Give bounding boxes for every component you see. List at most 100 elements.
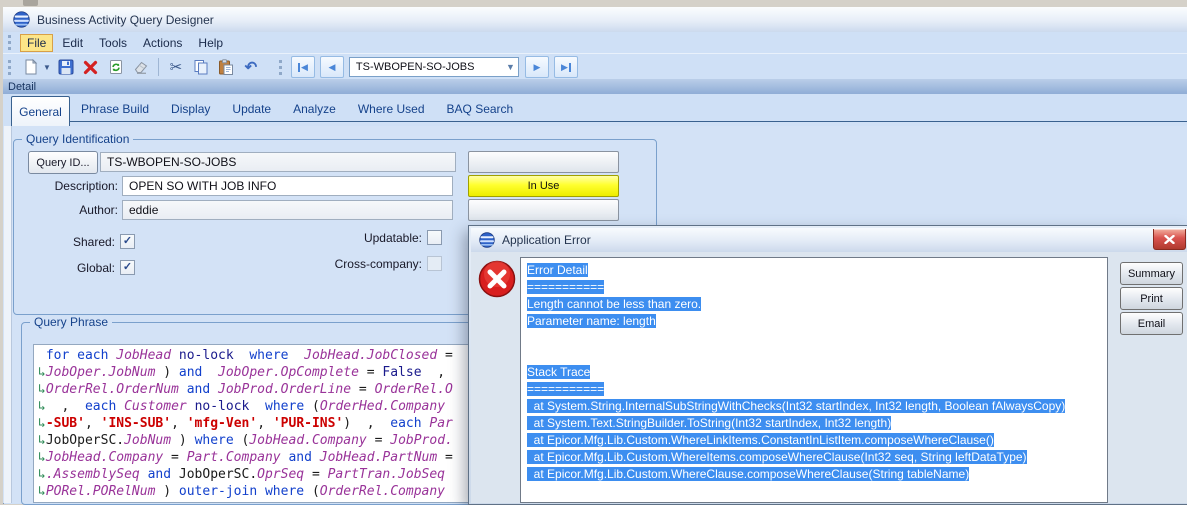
- tab-general[interactable]: General: [11, 96, 70, 126]
- menu-item-tools[interactable]: Tools: [92, 34, 134, 52]
- error-text-line: at System.String.InternalSubStringWithCh…: [527, 399, 1066, 413]
- background-window-fragment: [23, 0, 38, 6]
- paste-icon: [218, 59, 233, 75]
- print-button[interactable]: Print: [1120, 287, 1183, 310]
- menu-item-actions[interactable]: Actions: [136, 34, 189, 52]
- error-dialog-app-icon: [479, 232, 495, 248]
- delete-button[interactable]: [80, 56, 102, 78]
- updatable-checkbox[interactable]: [427, 230, 442, 245]
- query-id-field[interactable]: TS-WBOPEN-SO-JOBS: [100, 152, 456, 172]
- clear-icon: [134, 61, 148, 74]
- global-checkbox-group: Global: ✓: [20, 260, 135, 275]
- author-label: Author:: [79, 203, 118, 217]
- tab-baq-search[interactable]: BAQ Search: [436, 96, 525, 122]
- tab-display[interactable]: Display: [160, 96, 221, 122]
- error-text-line: at Epicor.Mfg.Lib.Custom.WhereLinkItems.…: [527, 433, 994, 447]
- error-dialog-close-button[interactable]: [1153, 229, 1186, 250]
- app-icon: [13, 11, 30, 28]
- record-combo-value: TS-WBOPEN-SO-JOBS: [355, 61, 475, 73]
- panel-left-groove: [4, 126, 12, 503]
- menu-drag-grip[interactable]: [8, 35, 14, 50]
- detail-panel-header: Detail: [3, 79, 1187, 94]
- author-field[interactable]: eddie: [122, 200, 453, 220]
- next-record-icon: ▶: [533, 61, 541, 72]
- combo-dropdown-icon[interactable]: ▼: [503, 62, 518, 72]
- query-identification-label: Query Identification: [22, 132, 134, 146]
- status-panel-bottom: [468, 199, 619, 221]
- error-text-line: at Epicor.Mfg.Lib.Custom.WhereClause.com…: [527, 467, 970, 481]
- description-label: Description:: [54, 179, 118, 193]
- title-bar: Business Activity Query Designer: [3, 7, 1187, 33]
- error-text-line: Parameter name: length: [527, 314, 656, 328]
- menu-item-help[interactable]: Help: [191, 34, 230, 52]
- error-detail-text-area[interactable]: Error Detail =========== Length cannot be …: [520, 257, 1108, 503]
- error-text-line: Length cannot be less than zero.: [527, 297, 702, 311]
- tab-where-used[interactable]: Where Used: [347, 96, 436, 122]
- email-button[interactable]: Email: [1120, 312, 1183, 335]
- paste-button[interactable]: [215, 56, 237, 78]
- error-icon: [478, 260, 516, 298]
- summary-button[interactable]: Summary: [1120, 262, 1183, 285]
- error-text-line: [527, 330, 1101, 347]
- cut-icon: ✂: [169, 58, 183, 76]
- error-text-line: ===========: [527, 280, 605, 294]
- first-record-icon: [297, 62, 300, 72]
- first-record-button[interactable]: ◀: [290, 56, 315, 78]
- cross-company-label: Cross-company:: [334, 256, 422, 271]
- undo-button[interactable]: ↶: [240, 56, 262, 78]
- new-document-button[interactable]: [20, 56, 42, 78]
- copy-button[interactable]: [190, 56, 212, 78]
- refresh-button[interactable]: [105, 56, 127, 78]
- last-record-icon: ▶: [560, 61, 568, 72]
- clear-button[interactable]: [130, 56, 152, 78]
- save-icon: [58, 59, 74, 75]
- error-text-line: at Epicor.Mfg.Lib.Custom.WhereItems.comp…: [527, 450, 1027, 464]
- record-combo[interactable]: TS-WBOPEN-SO-JOBS ▼: [348, 57, 519, 77]
- save-button[interactable]: [55, 56, 77, 78]
- next-record-button[interactable]: ▶: [524, 56, 549, 78]
- tab-strip-items: Phrase Build Display Update Analyze Where Us…: [70, 96, 524, 122]
- cross-company-checkbox-group: Cross-company:: [318, 256, 442, 271]
- navigation-drag-grip[interactable]: [278, 59, 285, 75]
- status-panel-top: [468, 151, 619, 173]
- menu-bar-items: File Edit Tools Actions Help: [20, 33, 232, 52]
- tab-update[interactable]: Update: [221, 96, 282, 122]
- error-dialog-title: Application Error: [502, 233, 591, 247]
- error-text-line: Error Detail: [527, 263, 588, 277]
- tab-analyze[interactable]: Analyze: [282, 96, 347, 122]
- query-phrase-label: Query Phrase: [30, 315, 113, 329]
- toolbar-drag-grip[interactable]: [8, 59, 14, 75]
- previous-record-button[interactable]: ◀: [319, 56, 344, 78]
- previous-record-icon: ◀: [328, 61, 336, 72]
- undo-icon: ↶: [244, 58, 258, 76]
- description-field[interactable]: OPEN SO WITH JOB INFO: [122, 176, 453, 196]
- updatable-checkbox-group: Updatable:: [329, 230, 442, 245]
- error-text-line: [527, 347, 1101, 364]
- global-label: Global:: [76, 260, 115, 275]
- error-text-line: ===========: [527, 382, 605, 396]
- updatable-label: Updatable:: [363, 230, 422, 245]
- last-record-button[interactable]: ▶: [553, 56, 578, 78]
- new-document-dropdown[interactable]: ▼: [43, 63, 51, 72]
- error-text-line: at System.Text.StringBuilder.ToString(In…: [527, 416, 892, 430]
- shared-checkbox[interactable]: ✓: [120, 234, 135, 249]
- shared-checkbox-group: Shared: ✓: [20, 234, 135, 249]
- menu-item-file[interactable]: File: [20, 33, 54, 52]
- close-icon: [1164, 234, 1175, 244]
- menu-bar: File Edit Tools Actions Help: [3, 32, 1187, 53]
- in-use-indicator: In Use: [468, 175, 619, 197]
- menu-item-edit[interactable]: Edit: [55, 34, 90, 52]
- delete-icon: [84, 60, 98, 74]
- toolbar-separator: [157, 58, 159, 76]
- desktop-background: [0, 0, 1187, 7]
- global-checkbox[interactable]: ✓: [120, 260, 135, 275]
- window-title: Business Activity Query Designer: [37, 12, 214, 27]
- cut-button[interactable]: ✂: [165, 56, 187, 78]
- query-id-button[interactable]: Query ID...: [28, 151, 98, 174]
- toolbar: ▼ ✂ ↶ ◀ ◀ TS-WBOPEN-SO-JOBS ▼ ▶ ▶: [3, 53, 1187, 80]
- tab-phrase-build[interactable]: Phrase Build: [70, 96, 160, 122]
- error-text-line: Stack Trace: [527, 365, 591, 379]
- shared-label: Shared:: [72, 234, 115, 249]
- cross-company-checkbox[interactable]: [427, 256, 442, 271]
- refresh-icon: [109, 60, 122, 74]
